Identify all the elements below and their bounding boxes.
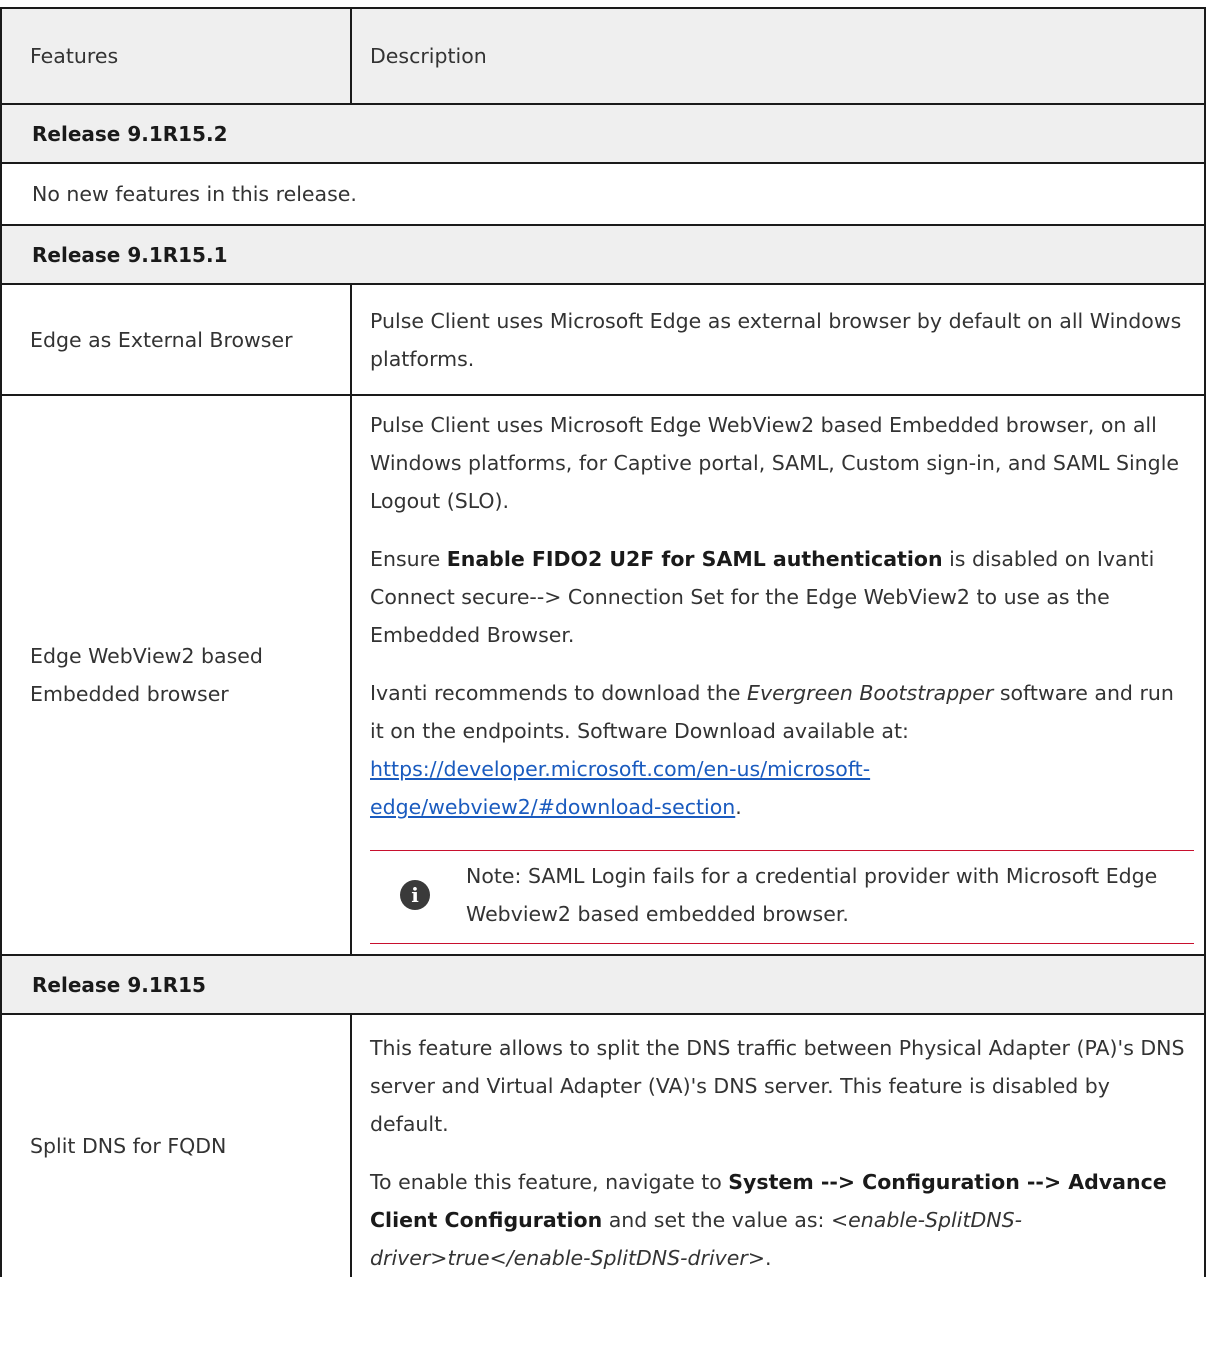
feature-description: This feature allows to split the DNS tra… <box>352 1015 1204 1277</box>
feature-name: Split DNS for FQDN <box>2 1015 352 1277</box>
feature-name: Edge as External Browser <box>2 285 352 394</box>
description-paragraph: To enable this feature, navigate to Syst… <box>370 1163 1194 1277</box>
text-span: . <box>735 795 742 819</box>
description-paragraph: Ensure Enable FIDO2 U2F for SAML authent… <box>370 540 1194 654</box>
text-span: . <box>765 1246 772 1270</box>
release-heading: Release 9.1R15 <box>2 956 1204 1015</box>
features-column-header: Features <box>2 9 352 103</box>
description-paragraph: Pulse Client uses Microsoft Edge WebView… <box>370 413 1179 513</box>
description-column-header: Description <box>370 44 487 68</box>
description-paragraph: This feature allows to split the DNS tra… <box>370 1036 1185 1136</box>
table-row: Edge WebView2 based Embedded browser Pul… <box>2 396 1204 956</box>
text-span: Ivanti recommends to download the <box>370 681 748 705</box>
description-text: Pulse Client uses Microsoft Edge as exte… <box>370 308 1182 371</box>
feature-name-line: Edge WebView2 based <box>30 644 263 668</box>
release-features-table: Features Description Release 9.1R15.2 No… <box>0 7 1206 1277</box>
download-link[interactable]: https://developer.microsoft.com/en-us/mi… <box>370 750 1194 819</box>
description-paragraph: Ivanti recommends to download the Evergr… <box>370 674 1194 826</box>
text-span: Ensure <box>370 547 447 571</box>
note-callout: i Note: SAML Login fails for a credentia… <box>370 850 1194 944</box>
table-row: Split DNS for FQDN This feature allows t… <box>2 1015 1204 1277</box>
feature-description: Pulse Client uses Microsoft Edge WebView… <box>352 396 1204 954</box>
software-name: Evergreen Bootstrapper <box>747 681 994 705</box>
feature-name-line: Embedded browser <box>30 682 229 706</box>
feature-description: Pulse Client uses Microsoft Edge as exte… <box>352 285 1204 394</box>
release-heading: Release 9.1R15.2 <box>2 105 1204 164</box>
table-row: Edge as External Browser Pulse Client us… <box>2 285 1204 396</box>
link-line: https://developer.microsoft.com/en-us/mi… <box>370 757 871 781</box>
table-header-row: Features Description <box>2 7 1204 105</box>
info-icon: i <box>400 880 430 910</box>
text-span: and set the value as: <box>602 1208 831 1232</box>
no-features-message: No new features in this release. <box>2 164 1204 226</box>
feature-name: Edge WebView2 based Embedded browser <box>2 396 352 954</box>
release-heading: Release 9.1R15.1 <box>2 226 1204 285</box>
note-text: Note: SAML Login fails for a credential … <box>466 864 1158 926</box>
setting-name: Enable FIDO2 U2F for SAML authentication <box>446 547 943 571</box>
text-span: To enable this feature, navigate to <box>370 1170 729 1194</box>
